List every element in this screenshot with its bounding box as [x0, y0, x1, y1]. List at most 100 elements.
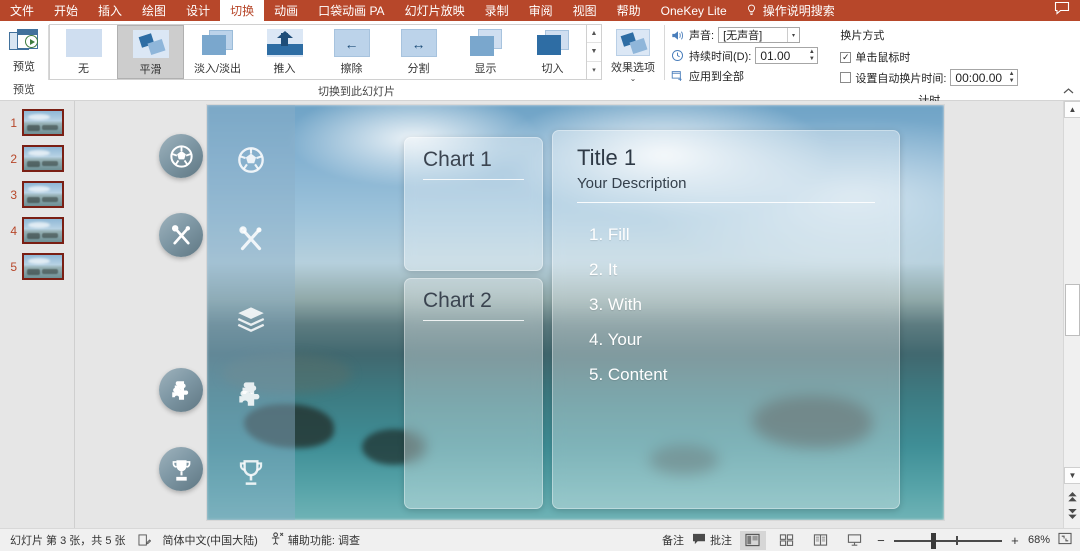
sorter-view-icon — [780, 534, 794, 546]
chart1-placeholder[interactable]: Chart 1 — [404, 137, 543, 271]
slide-tools-icon[interactable] — [229, 217, 273, 261]
apply-to-all-button[interactable]: 应用到全部 — [671, 68, 818, 84]
on-mouse-click-row[interactable]: ✓ 单击鼠标时 — [840, 49, 1018, 65]
floating-puzzle-piece-icon[interactable] — [159, 368, 203, 412]
notes-button[interactable]: 备注 — [662, 532, 684, 548]
notes-page-icon[interactable] — [138, 534, 151, 546]
transition-split[interactable]: ↔ 分割 — [385, 25, 452, 79]
transition-push[interactable]: 推入 — [251, 25, 318, 79]
slide-thumbnail-image[interactable] — [22, 109, 64, 136]
scroll-down-button[interactable]: ▼ — [1064, 467, 1080, 484]
slide-layers-icon[interactable] — [229, 297, 273, 341]
floating-trophy-icon[interactable] — [159, 447, 203, 491]
effect-options-button[interactable]: 效果选项 ⌄ — [602, 24, 664, 83]
transition-wipe[interactable]: ← 擦除 — [318, 25, 385, 79]
reading-view-button[interactable] — [808, 531, 834, 550]
zoom-slider[interactable] — [893, 531, 1002, 550]
comment-icon[interactable] — [1054, 1, 1070, 20]
sound-combobox[interactable]: [无声音] ▾ — [718, 27, 801, 43]
tab-onekey-lite[interactable]: OneKey Lite — [651, 0, 737, 21]
slide-number: 4 — [10, 223, 17, 238]
current-slide[interactable]: Chart 1 Chart 2 Title 1 Your Description… — [207, 105, 944, 520]
transition-reveal[interactable]: 显示 — [452, 25, 519, 79]
tab-animations[interactable]: 动画 — [264, 0, 308, 21]
transition-fade-label: 淡入/淡出 — [193, 63, 242, 75]
gallery-scroll-up-button[interactable]: ▲ — [587, 25, 601, 44]
spin-up-icon: ▲ — [1008, 70, 1015, 77]
on-mouse-click-checkbox[interactable]: ✓ — [840, 51, 852, 63]
zoom-out-button[interactable]: − — [876, 533, 886, 548]
preview-button[interactable]: 预览 — [0, 24, 48, 74]
zoom-slider-handle[interactable] — [930, 532, 936, 549]
floating-tools-icon[interactable] — [159, 213, 203, 257]
thumbnail-slide-1[interactable]: 1 — [0, 109, 74, 136]
tab-transitions[interactable]: 切换 — [220, 0, 265, 21]
canvas-vertical-scrollbar[interactable]: ▲ ▼ — [1063, 101, 1080, 528]
gallery-scroll-down-button[interactable]: ▼ — [587, 43, 601, 62]
normal-view-button[interactable] — [739, 530, 766, 550]
slide-soccer-ball-icon[interactable] — [229, 138, 273, 182]
transition-none-label: 无 — [78, 63, 89, 75]
slide-trophy-icon[interactable] — [229, 451, 273, 495]
transition-morph[interactable]: 平滑 — [117, 25, 184, 79]
tab-help[interactable]: 帮助 — [607, 0, 651, 21]
gallery-more-button[interactable]: ▾ — [587, 62, 601, 79]
auto-advance-spinner[interactable]: 00:00.00 ▲ ▼ — [950, 69, 1019, 86]
slide-thumbnail-image[interactable] — [22, 181, 64, 208]
transition-wipe-label: 擦除 — [340, 63, 363, 75]
slide-thumbnail-image[interactable] — [22, 217, 64, 244]
transition-fade[interactable]: 淡入/淡出 — [184, 25, 251, 79]
slide-thumbnail-panel[interactable]: 1 2 3 4 5 — [0, 101, 75, 528]
slide-puzzle-piece-icon[interactable] — [229, 372, 273, 416]
duration-spin-arrows[interactable]: ▲ ▼ — [806, 48, 817, 63]
tab-draw[interactable]: 绘图 — [132, 0, 176, 21]
zoom-in-button[interactable]: + — [1010, 533, 1020, 548]
main-content-placeholder[interactable]: Title 1 Your Description 1. Fill 2. It 3… — [552, 130, 900, 509]
timing-left-column: 声音: [无声音] ▾ 持续时间(D): 01.00 ▲ ▼ 应用到全部 — [665, 27, 819, 84]
fit-to-window-button[interactable] — [1058, 532, 1072, 548]
collapse-ribbon-button[interactable] — [1063, 87, 1074, 98]
chevron-down-icon[interactable]: ▾ — [787, 28, 799, 42]
accessibility-status[interactable]: 辅助功能: 调查 — [270, 532, 360, 548]
tab-pocket-animation[interactable]: 口袋动画 PA — [308, 0, 394, 21]
tab-file[interactable]: 文件 — [0, 0, 44, 21]
apply-all-icon — [671, 70, 685, 83]
tab-insert[interactable]: 插入 — [88, 0, 132, 21]
slide-sorter-view-button[interactable] — [774, 531, 800, 550]
scroll-up-button[interactable]: ▲ — [1064, 101, 1080, 118]
previous-slide-button[interactable] — [1066, 490, 1079, 504]
slideshow-view-button[interactable] — [842, 531, 868, 550]
comments-button[interactable]: 批注 — [692, 532, 732, 548]
scrollbar-thumb[interactable] — [1065, 284, 1080, 336]
transition-morph-label: 平滑 — [139, 64, 162, 76]
slide-editing-canvas[interactable]: Chart 1 Chart 2 Title 1 Your Description… — [76, 101, 1062, 528]
zoom-level-label[interactable]: 68% — [1028, 534, 1050, 546]
tab-home[interactable]: 开始 — [44, 0, 88, 21]
tell-me-search[interactable]: 操作说明搜索 — [737, 0, 845, 21]
auto-spin-arrows[interactable]: ▲ ▼ — [1006, 70, 1017, 85]
tab-record[interactable]: 录制 — [475, 0, 519, 21]
slide-thumbnail-image[interactable] — [22, 253, 64, 280]
thumbnail-slide-5[interactable]: 5 — [0, 253, 74, 280]
auto-advance-value[interactable]: 00:00.00 — [951, 71, 1006, 85]
floating-soccer-ball-icon[interactable] — [159, 134, 203, 178]
thumbnail-slide-4[interactable]: 4 — [0, 217, 74, 244]
slide-thumbnail-image[interactable] — [22, 145, 64, 172]
thumbnail-slide-2[interactable]: 2 — [0, 145, 74, 172]
tab-slideshow[interactable]: 幻灯片放映 — [395, 0, 475, 21]
thumbnail-slide-3[interactable]: 3 — [0, 181, 74, 208]
tab-view[interactable]: 视图 — [563, 0, 607, 21]
transition-cut[interactable]: 切入 — [519, 25, 586, 79]
duration-spinner[interactable]: 01.00 ▲ ▼ — [755, 47, 819, 64]
tab-design[interactable]: 设计 — [176, 0, 220, 21]
chart2-placeholder[interactable]: Chart 2 — [404, 278, 543, 509]
tab-review[interactable]: 审阅 — [519, 0, 563, 21]
auto-advance-checkbox[interactable] — [840, 72, 852, 83]
sound-label: 声音: — [689, 30, 715, 42]
slide-counter[interactable]: 幻灯片 第 3 张，共 5 张 — [10, 532, 126, 548]
transition-none[interactable]: 无 — [50, 25, 117, 79]
duration-value[interactable]: 01.00 — [756, 49, 806, 63]
language-indicator[interactable]: 简体中文(中国大陆) — [163, 532, 258, 548]
next-slide-button[interactable] — [1066, 507, 1079, 521]
auto-advance-row[interactable]: 设置自动换片时间: 00:00.00 ▲ ▼ — [840, 69, 1019, 86]
